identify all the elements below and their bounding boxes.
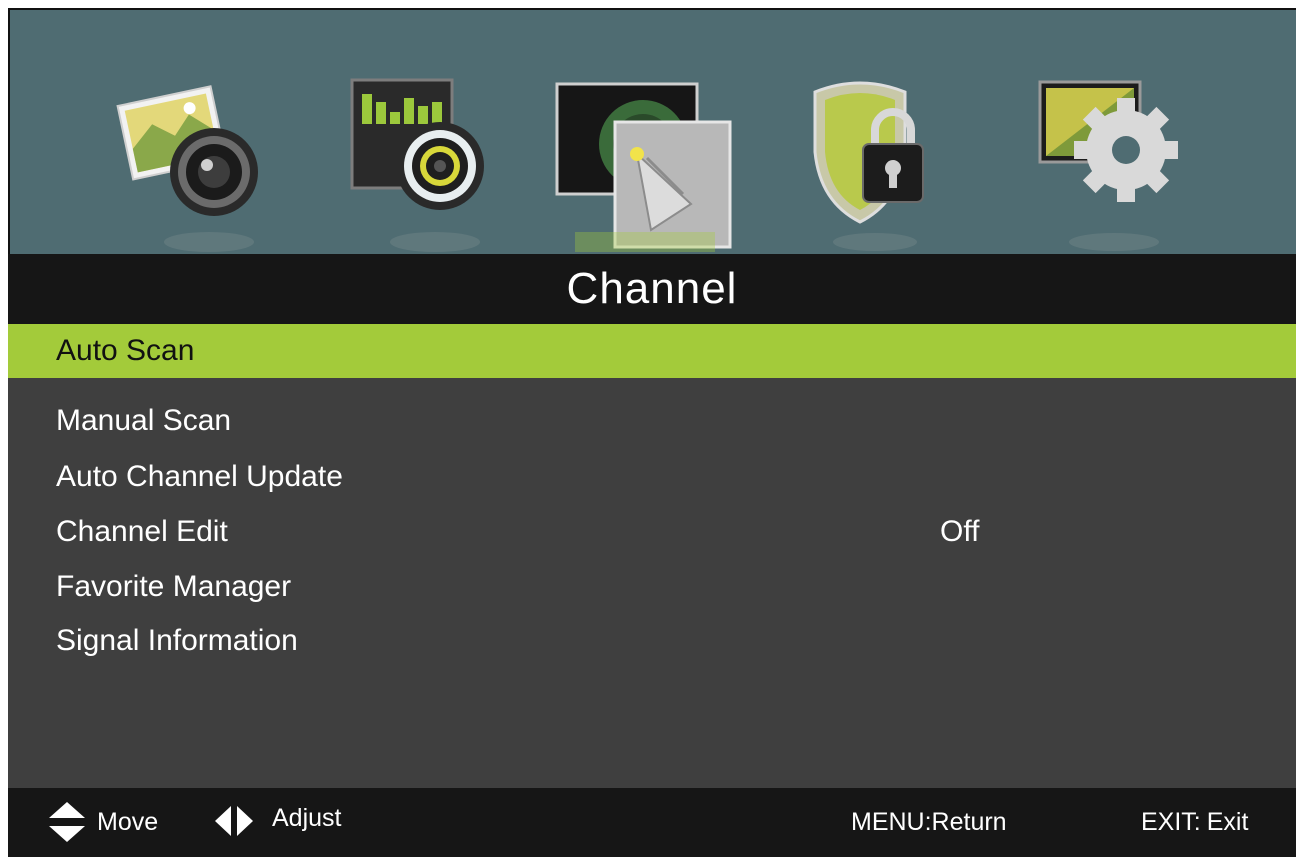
up-arrow-icon <box>49 802 85 818</box>
menu-item-manual-scan[interactable]: Manual Scan <box>8 394 1296 448</box>
menu-list: Auto Scan Manual Scan Auto Channel Updat… <box>8 324 1296 788</box>
menu-item-signal-information[interactable]: Signal Information <box>8 614 1296 668</box>
menu-return-hint: MENU:Return <box>851 808 1007 836</box>
menu-item-channel-edit[interactable]: Channel Edit Off <box>8 505 1296 559</box>
tab-sound[interactable] <box>350 72 510 252</box>
lock-icon <box>813 81 924 251</box>
exit-key-label: EXIT: <box>1141 808 1201 836</box>
help-bar: Move Adjust MENU:Return EXIT: Exit <box>8 788 1296 857</box>
tab-setup[interactable] <box>1034 72 1194 252</box>
menu-item-value: Off <box>940 515 980 548</box>
menu-item-auto-channel-update[interactable]: Auto Channel Update <box>8 450 1296 504</box>
menu-tab-bar <box>8 8 1296 254</box>
menu-item-label: Auto Channel Update <box>56 460 343 493</box>
menu-item-label: Favorite Manager <box>56 570 292 603</box>
move-hint: Move <box>97 808 159 836</box>
left-arrow-icon <box>215 806 231 836</box>
setup-icon <box>1038 80 1178 251</box>
page-title: Channel <box>8 254 1296 324</box>
tab-lock[interactable] <box>805 72 965 252</box>
menu-item-label: Manual Scan <box>56 404 232 437</box>
menu-item-auto-scan[interactable]: Auto Scan <box>8 324 1296 378</box>
menu-item-label: Signal Information <box>56 624 298 657</box>
sound-icon <box>350 78 484 252</box>
tv-osd-menu: Channel Auto Scan Manual Scan Auto Chann… <box>8 8 1296 857</box>
exit-hint: EXIT: Exit <box>1141 788 1248 857</box>
channel-icon <box>555 82 732 252</box>
tab-picture[interactable] <box>104 72 264 252</box>
tab-channel[interactable] <box>555 72 735 252</box>
menu-item-favorite-manager[interactable]: Favorite Manager <box>8 560 1296 614</box>
down-arrow-icon <box>49 826 85 842</box>
exit-action-label: Exit <box>1206 808 1249 836</box>
adjust-hint: Adjust <box>272 804 342 832</box>
menu-item-label: Channel Edit <box>56 515 228 548</box>
right-arrow-icon <box>237 806 253 836</box>
picture-icon <box>116 85 258 252</box>
menu-item-label: Auto Scan <box>56 334 195 367</box>
